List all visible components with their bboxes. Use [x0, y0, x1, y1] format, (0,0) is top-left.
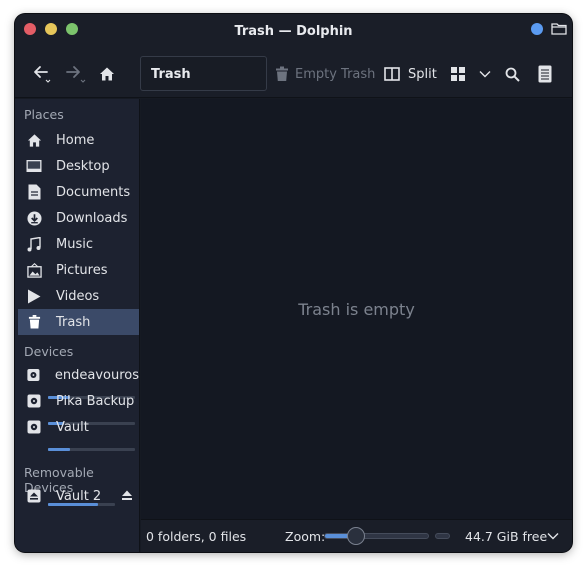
places-panel: Places Home Desktop Documents Downloads [15, 99, 140, 552]
video-icon [26, 288, 42, 304]
disk-icon [27, 368, 40, 382]
device-label: endeavouros [54, 367, 139, 383]
trash-icon [276, 66, 288, 81]
back-button[interactable] [32, 62, 60, 86]
sidebar-item-desktop[interactable]: Desktop [18, 153, 139, 179]
empty-trash-button[interactable]: Empty Trash [275, 62, 375, 86]
status-bar: 0 folders, 0 files Zoom: 44.7 GiB free [141, 519, 572, 552]
sidebar-device-pika-backup[interactable]: Pika Backup [18, 388, 139, 414]
keep-above-button[interactable] [531, 23, 543, 35]
sidebar-item-trash[interactable]: Trash [18, 309, 139, 335]
forward-button[interactable] [64, 62, 92, 86]
hamburger-menu-icon [538, 65, 552, 83]
sidebar-item-label: Music [56, 236, 93, 252]
sidebar-item-label: Home [56, 132, 95, 148]
folder-icon[interactable] [551, 21, 567, 37]
trash-icon [26, 314, 42, 330]
disk-icon [27, 420, 41, 434]
sidebar-item-documents[interactable]: Documents [18, 179, 139, 205]
split-view-icon [384, 67, 400, 81]
document-icon [26, 184, 42, 200]
search-button[interactable] [505, 62, 520, 86]
desktop-icon [26, 158, 42, 174]
sidebar-item-label: Documents [56, 184, 131, 200]
disk-icon [27, 394, 41, 408]
eject-icon[interactable] [121, 489, 133, 502]
sidebar-item-downloads[interactable]: Downloads [18, 205, 139, 231]
sidebar-item-music[interactable]: Music [18, 231, 139, 257]
split-button[interactable]: Split [384, 62, 437, 86]
back-arrow-icon [34, 66, 51, 83]
view-mode-button[interactable] [451, 62, 465, 86]
window-title: Trash — Dolphin [234, 24, 353, 39]
grid-view-icon [451, 67, 465, 81]
zoom-slider-handle[interactable] [346, 527, 365, 545]
places-header: Places [24, 107, 64, 122]
search-icon [505, 67, 520, 82]
split-label: Split [408, 66, 437, 82]
file-view[interactable]: Trash is empty [141, 99, 572, 519]
device-usage-bar [48, 448, 135, 451]
forward-arrow-icon [66, 66, 86, 83]
home-icon [26, 132, 42, 148]
dolphin-window: Trash — Dolphin Trash Empty Trash Split … [15, 14, 572, 552]
home-button[interactable] [99, 62, 121, 86]
usage-fill [48, 503, 99, 506]
sidebar-device-endeavouros[interactable]: endeavouros [18, 362, 139, 388]
free-space-label[interactable]: 44.7 GiB free [465, 529, 547, 544]
sidebar-item-pictures[interactable]: Pictures [18, 257, 139, 283]
zoom-slider[interactable] [324, 527, 429, 545]
toolbar: Trash Empty Trash Split [15, 50, 572, 98]
location-bar[interactable]: Trash [140, 56, 267, 91]
devices-header: Devices [24, 344, 74, 359]
sidebar-device-vault[interactable]: Vault [18, 414, 139, 440]
sidebar-item-videos[interactable]: Videos [18, 283, 139, 309]
device-label: Vault [56, 419, 89, 435]
device-label: Vault 2 [56, 488, 102, 504]
device-usage-bar [48, 503, 115, 506]
chevron-down-icon[interactable] [547, 532, 559, 540]
zoom-label: Zoom: [285, 529, 326, 544]
title-bar[interactable]: Trash — Dolphin [15, 14, 572, 50]
view-mode-dropdown[interactable] [479, 62, 491, 86]
picture-icon [26, 262, 42, 278]
space-info-bar [435, 533, 450, 539]
sidebar-item-home[interactable]: Home [18, 127, 139, 153]
sidebar-item-label: Desktop [56, 158, 110, 174]
hamburger-menu-button[interactable] [538, 62, 552, 86]
status-summary: 0 folders, 0 files [146, 529, 247, 544]
sidebar-item-label: Trash [56, 314, 91, 330]
empty-trash-label: Empty Trash [295, 66, 376, 82]
removable-drive-icon [27, 489, 41, 503]
chevron-down-icon [479, 71, 491, 78]
sidebar-item-label: Pictures [56, 262, 108, 278]
usage-fill [48, 448, 70, 451]
empty-trash-message: Trash is empty [298, 300, 415, 319]
sidebar-item-label: Videos [56, 288, 100, 304]
home-icon [100, 67, 114, 81]
sidebar-item-label: Downloads [56, 210, 128, 226]
device-label: Pika Backup [56, 393, 135, 409]
music-icon [26, 236, 42, 252]
download-icon [26, 210, 42, 226]
